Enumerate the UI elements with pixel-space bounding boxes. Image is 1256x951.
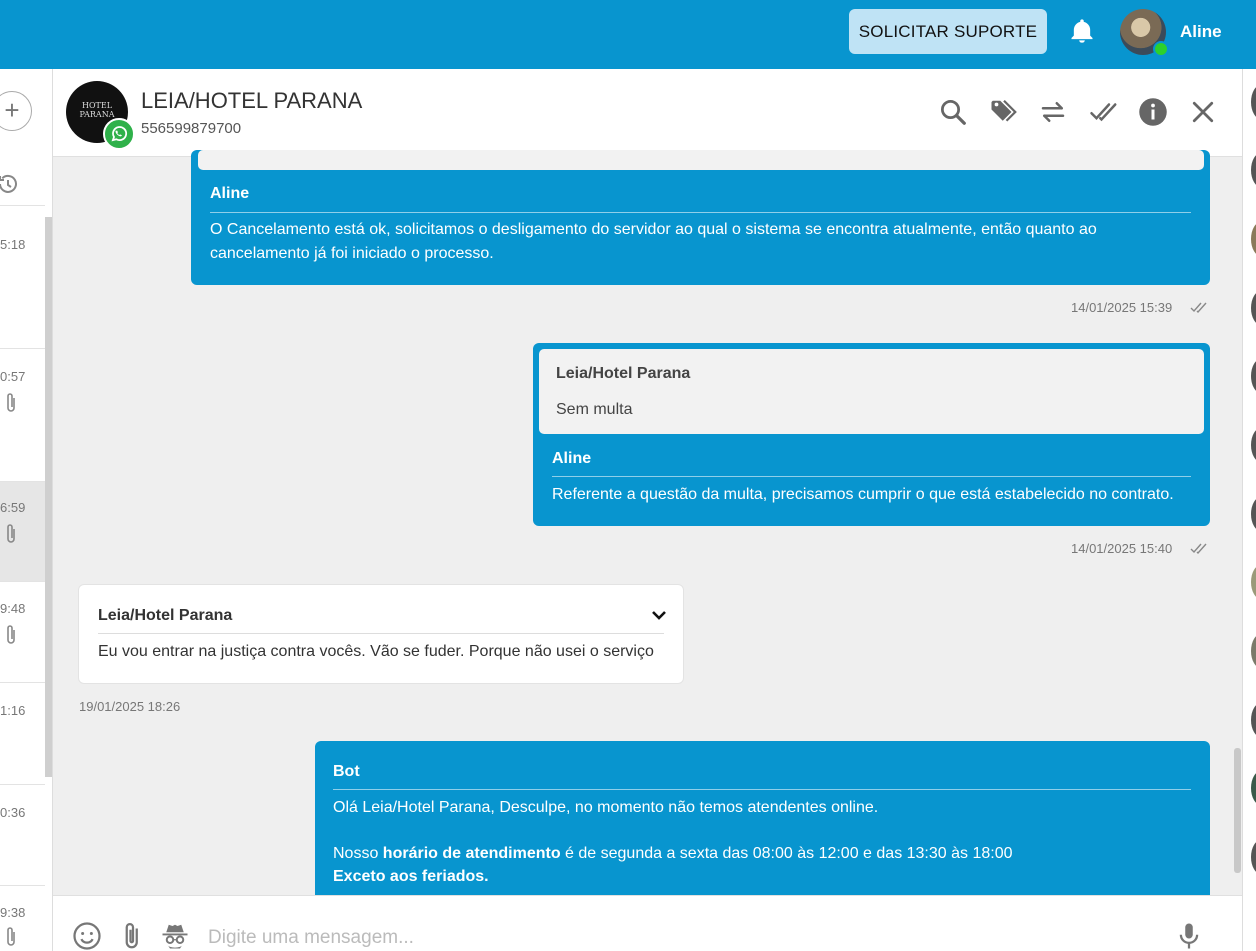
microphone-icon[interactable] [1174, 921, 1204, 951]
conversation-time: 0:36 [0, 805, 26, 820]
whatsapp-icon [103, 118, 135, 150]
contact-avatar[interactable] [1251, 703, 1256, 737]
online-status-indicator [1153, 41, 1169, 57]
contact-avatar[interactable] [1251, 771, 1256, 805]
conversation-item[interactable]: 0:36 [0, 784, 45, 885]
message-timestamp: 14/01/2025 15:39 [1071, 300, 1173, 315]
emoji-icon[interactable] [72, 921, 102, 951]
history-icon[interactable] [0, 172, 20, 196]
quoted-text: Sem multa [556, 401, 633, 418]
message-body-line: O Cancelamento está ok, solicitamos o de… [210, 221, 1097, 238]
tags-icon[interactable] [987, 97, 1021, 127]
conversation-list-scrollbar[interactable] [45, 217, 52, 777]
conversation-time: 9:48 [0, 601, 26, 616]
message-composer [53, 895, 1242, 951]
message-body-line: Nosso horário de atendimento é de segund… [333, 842, 1013, 866]
attachment-icon [7, 524, 15, 543]
contact-avatar[interactable] [1251, 222, 1256, 256]
message-timestamp: 19/01/2025 18:26 [79, 699, 181, 714]
conversation-item[interactable]: 1:16 [0, 682, 45, 784]
attachment-icon[interactable] [118, 921, 148, 951]
contact-avatar[interactable] [1251, 359, 1256, 393]
double-check-icon [1190, 543, 1207, 554]
top-bar: SOLICITAR SUPORTE Aline [0, 0, 1256, 69]
incognito-icon[interactable] [160, 921, 190, 951]
message-text-bold: horário de atendimento [382, 845, 561, 862]
message-body: O Cancelamento está ok, solicitamos o de… [210, 218, 1200, 266]
message-body: Referente a questão da multa, precisamos… [552, 486, 1174, 503]
contact-avatar[interactable] [1251, 153, 1256, 187]
avatar-logo-text: PARANA [79, 110, 115, 119]
attachment-icon [7, 625, 15, 644]
outgoing-message: Bot Olá Leia/Hotel Parana, Desculpe, no … [315, 741, 1210, 895]
message-sender: Leia/Hotel Parana [98, 607, 233, 624]
incoming-message: Leia/Hotel Parana Eu vou entrar na justi… [78, 584, 684, 684]
conversation-time: 5:18 [0, 237, 26, 252]
conversation-time: 0:57 [0, 369, 26, 384]
conversation-time: 6:59 [0, 500, 26, 515]
search-icon[interactable] [938, 97, 968, 127]
conversation-list-panel: + 5:18 0:57 6:59 9:48 1:16 0:36 9:38 [0, 69, 53, 951]
info-icon[interactable] [1138, 97, 1168, 127]
message-text: é de segunda a sexta das 08:00 às 12:00 … [560, 845, 1013, 862]
contact-name[interactable]: LEIA/HOTEL PARANA [141, 88, 362, 114]
message-body-line: Olá Leia/Hotel Parana, Desculpe, no mome… [333, 799, 879, 816]
message-divider [98, 633, 664, 634]
message-divider [552, 476, 1191, 477]
conversation-time: 9:38 [0, 905, 26, 920]
conversation-item[interactable]: 9:48 [0, 581, 45, 682]
request-support-button[interactable]: SOLICITAR SUPORTE [849, 9, 1047, 54]
contact-avatar[interactable] [1251, 85, 1256, 119]
conversation-item[interactable]: 6:59 [0, 481, 45, 581]
user-name[interactable]: Aline [1180, 22, 1222, 42]
message-divider [210, 212, 1191, 213]
message-body-line: cancelamento já foi iniciado o processo. [210, 245, 494, 262]
message-body-line: Exceto aos feriados. [333, 868, 489, 885]
chevron-down-icon[interactable] [651, 607, 667, 623]
new-conversation-button[interactable]: + [0, 91, 32, 131]
quoted-sender: Leia/Hotel Parana [556, 365, 691, 382]
conversation-item[interactable]: 0:57 [0, 348, 45, 481]
outgoing-message: Leia/Hotel Parana Sem multa Aline Refere… [533, 343, 1210, 526]
quoted-message[interactable] [198, 150, 1204, 170]
contact-avatar[interactable] [1251, 291, 1256, 325]
outgoing-message: Aline O Cancelamento está ok, solicitamo… [191, 150, 1210, 285]
message-sender: Bot [333, 763, 360, 780]
conversation-item[interactable]: 5:18 [0, 205, 45, 348]
message-sender: Aline [552, 450, 592, 467]
attachment-icon [7, 393, 15, 412]
chat-header: HOTEL PARANA LEIA/HOTEL PARANA 556599879… [53, 69, 1242, 157]
contact-avatar[interactable] [1251, 634, 1256, 668]
contact-avatar[interactable] [1251, 840, 1256, 874]
close-icon[interactable] [1188, 97, 1218, 127]
avatar-logo-text: HOTEL [81, 101, 113, 110]
quoted-message[interactable]: Leia/Hotel Parana Sem multa [539, 349, 1204, 434]
contact-avatar[interactable] [1251, 497, 1256, 531]
notification-bell-icon[interactable] [1068, 16, 1096, 46]
attachment-icon [7, 927, 15, 946]
message-timestamp: 14/01/2025 15:40 [1071, 541, 1173, 556]
contact-avatar[interactable] [1251, 428, 1256, 462]
right-contact-panel [1242, 69, 1256, 951]
message-input[interactable] [208, 924, 1108, 951]
double-check-icon [1190, 302, 1207, 313]
transfer-icon[interactable] [1038, 97, 1068, 127]
contact-phone: 556599879700 [141, 120, 242, 137]
message-text: Nosso [333, 845, 383, 862]
chat-scrollbar[interactable] [1234, 748, 1241, 873]
conversation-time: 1:16 [0, 703, 26, 718]
conversation-item[interactable]: 9:38 [0, 885, 45, 951]
message-divider [333, 789, 1191, 790]
mark-read-icon[interactable] [1087, 97, 1121, 127]
contact-avatar[interactable] [1251, 565, 1256, 599]
message-sender: Aline [210, 185, 250, 202]
message-body: Eu vou entrar na justiça contra vocês. V… [98, 643, 654, 660]
